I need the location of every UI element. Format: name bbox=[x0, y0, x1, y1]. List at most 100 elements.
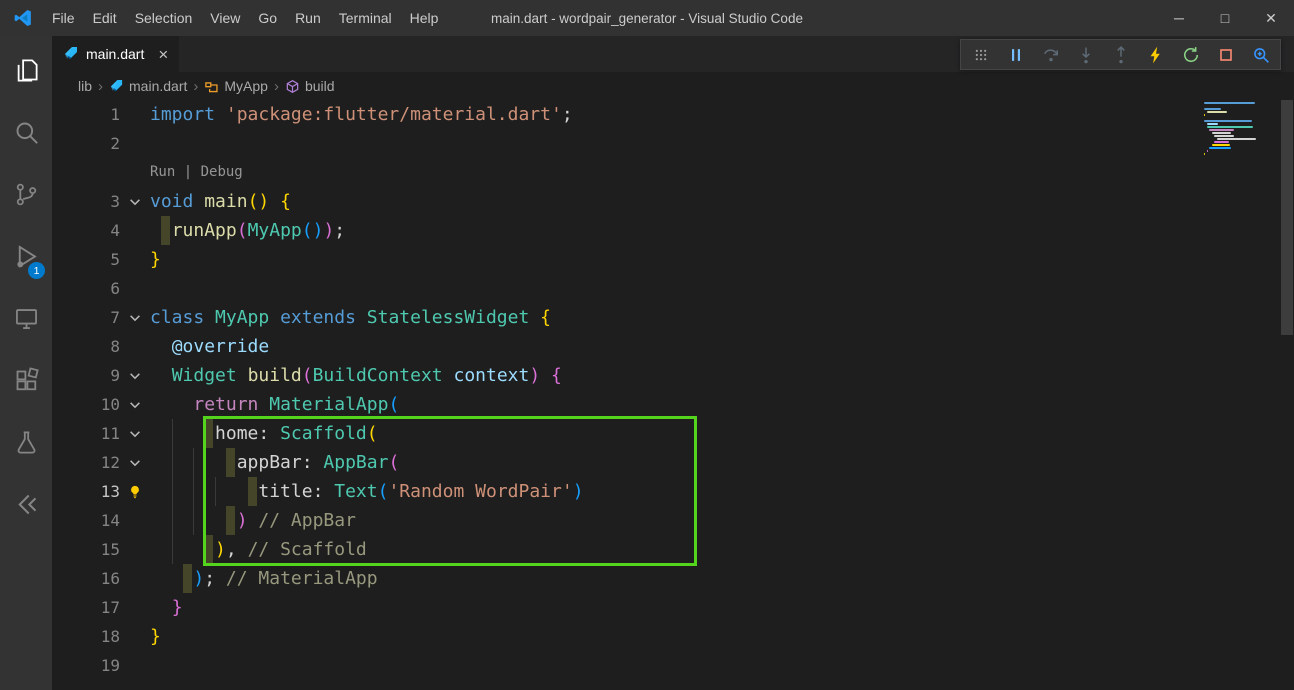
code-line[interactable]: 8 @override bbox=[52, 332, 1294, 361]
remote-explorer-button[interactable] bbox=[0, 290, 52, 352]
code-editor[interactable]: 1 import 'package:flutter/material.dart';… bbox=[52, 100, 1294, 690]
breadcrumb-item-MyApp[interactable]: MyApp bbox=[204, 78, 268, 94]
drag-handle-button[interactable] bbox=[963, 40, 998, 69]
code-line[interactable]: 5} bbox=[52, 245, 1294, 274]
line-number[interactable]: 16 bbox=[52, 564, 120, 593]
menu-help[interactable]: Help bbox=[401, 0, 448, 36]
explorer-button[interactable] bbox=[0, 42, 52, 104]
menu-run[interactable]: Run bbox=[286, 0, 330, 36]
code-line[interactable]: 12 appBar: AppBar( bbox=[52, 448, 1294, 477]
code-token: @override bbox=[171, 336, 270, 357]
breadcrumb-item-main-dart[interactable]: main.dart bbox=[109, 78, 187, 94]
line-number[interactable]: 3 bbox=[52, 187, 120, 216]
code-token: Widget bbox=[171, 365, 237, 386]
code-token: { bbox=[540, 307, 552, 328]
line-number[interactable]: 4 bbox=[52, 216, 120, 245]
run-and-debug-button[interactable]: 1 bbox=[0, 228, 52, 290]
line-number[interactable]: 17 bbox=[52, 593, 120, 622]
line-number[interactable]: 14 bbox=[52, 506, 120, 535]
close-button[interactable]: ✕ bbox=[1248, 0, 1294, 36]
line-number[interactable]: 2 bbox=[52, 129, 120, 158]
code-line-content bbox=[150, 651, 1294, 680]
line-number[interactable]: 8 bbox=[52, 332, 120, 361]
breadcrumb-item-lib[interactable]: lib bbox=[78, 78, 92, 94]
minimap[interactable] bbox=[1204, 102, 1274, 159]
tab-bar: main.dart × bbox=[52, 36, 1294, 72]
code-line[interactable]: 14 ) // AppBar bbox=[52, 506, 1294, 535]
testing-button[interactable] bbox=[0, 414, 52, 476]
gutter-spacer bbox=[120, 535, 150, 564]
line-number[interactable]: 11 bbox=[52, 419, 120, 448]
stop-icon bbox=[1216, 45, 1236, 65]
hot-reload-button[interactable] bbox=[1138, 40, 1173, 69]
code-line[interactable]: 1 import 'package:flutter/material.dart'; bbox=[52, 100, 1294, 129]
widget-inspector-button[interactable] bbox=[1243, 40, 1278, 69]
menu-view[interactable]: View bbox=[201, 0, 249, 36]
code-line[interactable]: 9 Widget build(BuildContext context) { bbox=[52, 361, 1294, 390]
maximize-button[interactable]: □ bbox=[1202, 0, 1248, 36]
chevron-down-icon bbox=[128, 311, 142, 325]
source-control-button[interactable] bbox=[0, 166, 52, 228]
search-button[interactable] bbox=[0, 104, 52, 166]
fold-toggle[interactable] bbox=[120, 448, 150, 477]
line-number[interactable]: 7 bbox=[52, 303, 120, 332]
fold-toggle[interactable] bbox=[120, 187, 150, 216]
line-number[interactable]: 15 bbox=[52, 535, 120, 564]
line-number[interactable]: 18 bbox=[52, 622, 120, 651]
step-over-button[interactable] bbox=[1033, 40, 1068, 69]
lightbulb-icon-slot[interactable] bbox=[120, 477, 150, 506]
fold-toggle[interactable] bbox=[120, 390, 150, 419]
stop-button[interactable] bbox=[1208, 40, 1243, 69]
code-line[interactable]: 19 bbox=[52, 651, 1294, 680]
code-token: { bbox=[280, 191, 291, 212]
line-number[interactable]: 6 bbox=[52, 274, 120, 303]
line-number[interactable]: 5 bbox=[52, 245, 120, 274]
editor-scrollbar[interactable] bbox=[1280, 100, 1294, 690]
code-token: , bbox=[225, 539, 237, 560]
breadcrumb-item-build[interactable]: build bbox=[285, 78, 335, 94]
menu-edit[interactable]: Edit bbox=[84, 0, 126, 36]
step-into-button[interactable] bbox=[1068, 40, 1103, 69]
code-line[interactable]: 7 class MyApp extends StatelessWidget { bbox=[52, 303, 1294, 332]
close-tab-icon[interactable]: × bbox=[158, 46, 168, 63]
code-line[interactable]: 6 bbox=[52, 274, 1294, 303]
step-out-button[interactable] bbox=[1103, 40, 1138, 69]
code-line[interactable]: 10 return MaterialApp( bbox=[52, 390, 1294, 419]
restart-button[interactable] bbox=[1173, 40, 1208, 69]
codelens-debug-link[interactable]: Debug bbox=[201, 164, 243, 180]
line-number[interactable]: 10 bbox=[52, 390, 120, 419]
minimize-button[interactable]: ─ bbox=[1156, 0, 1202, 36]
line-number[interactable]: 19 bbox=[52, 651, 120, 680]
line-number[interactable]: 12 bbox=[52, 448, 120, 477]
code-line[interactable]: 15 ), // Scaffold bbox=[52, 535, 1294, 564]
fold-toggle[interactable] bbox=[120, 303, 150, 332]
line-number[interactable]: 13 bbox=[52, 477, 120, 506]
line-number[interactable]: 9 bbox=[52, 361, 120, 390]
code-line[interactable]: 2 bbox=[52, 129, 1294, 158]
code-line[interactable]: 18} bbox=[52, 622, 1294, 651]
fold-toggle[interactable] bbox=[120, 419, 150, 448]
code-line[interactable]: 4 runApp(MyApp()); bbox=[52, 216, 1294, 245]
menu-selection[interactable]: Selection bbox=[126, 0, 202, 36]
menu-go[interactable]: Go bbox=[249, 0, 286, 36]
scrollbar-thumb[interactable] bbox=[1281, 100, 1293, 335]
codelens-run-link[interactable]: Run bbox=[150, 164, 175, 180]
line-number[interactable]: 1 bbox=[52, 100, 120, 129]
menu-file[interactable]: File bbox=[43, 0, 84, 36]
menu-terminal[interactable]: Terminal bbox=[330, 0, 401, 36]
flutter-button[interactable] bbox=[0, 476, 52, 538]
code-token: runApp bbox=[171, 220, 237, 241]
code-line[interactable]: 13 title: Text('Random WordPair') bbox=[52, 477, 1294, 506]
fold-toggle[interactable] bbox=[120, 361, 150, 390]
code-line[interactable]: 11 home: Scaffold( bbox=[52, 419, 1294, 448]
tab-label: main.dart bbox=[86, 46, 145, 62]
extensions-button[interactable] bbox=[0, 352, 52, 414]
code-line[interactable]: 17 } bbox=[52, 593, 1294, 622]
tab-main.dart[interactable]: main.dart × bbox=[52, 36, 180, 72]
pause-button[interactable] bbox=[998, 40, 1033, 69]
code-line[interactable]: 16 ); // MaterialApp bbox=[52, 564, 1294, 593]
code-line[interactable]: 3 void main() { bbox=[52, 187, 1294, 216]
